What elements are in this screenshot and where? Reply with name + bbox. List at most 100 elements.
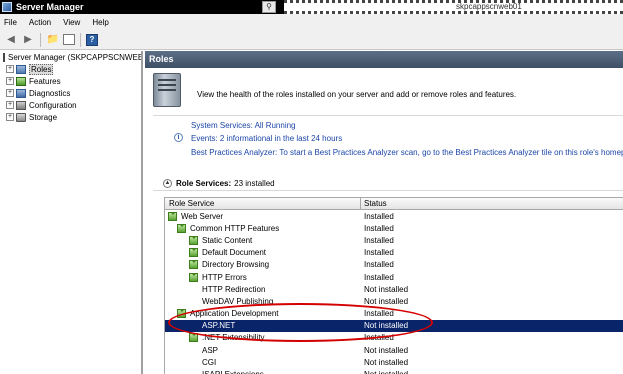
role-service-name: Static Content (202, 235, 253, 245)
cell-role-service: Application Development (165, 309, 361, 319)
menu-action[interactable]: Action (29, 18, 51, 27)
blank-icon (189, 297, 198, 306)
divider (153, 115, 623, 116)
cell-status: Installed (364, 272, 394, 282)
table-row[interactable]: Default Document Installed (165, 247, 623, 259)
best-practices-analyzer-link[interactable]: Best Practices Analyzer: To start a Best… (191, 148, 623, 157)
table-row[interactable]: WebDAV Publishing Not installed (165, 295, 623, 307)
cell-role-service: Common HTTP Features (165, 223, 361, 233)
cell-role-service: Default Document (165, 248, 361, 258)
role-service-name: Directory Browsing (202, 260, 270, 270)
up-folder-icon[interactable]: 📁 (46, 33, 60, 47)
tree-root-server-manager[interactable]: Server Manager (SKPCAPPSCNWEE (0, 51, 141, 63)
table-row[interactable]: HTTP Errors Installed (165, 271, 623, 283)
forward-arrow-icon[interactable]: ▶ (21, 33, 35, 47)
table-row[interactable]: Static Content Installed (165, 234, 623, 246)
rdp-connection-icon[interactable]: ⚲ (262, 1, 276, 13)
tree-item-roles[interactable]: + Roles (0, 63, 141, 75)
tree-item-configuration[interactable]: + Configuration (0, 99, 141, 111)
table-row[interactable]: ASP Not installed (165, 344, 623, 356)
cell-role-service: Static Content (165, 235, 361, 245)
features-icon (16, 76, 26, 86)
role-service-name: WebDAV Publishing (202, 296, 274, 306)
toolbar-separator (80, 32, 81, 47)
collapse-section-icon[interactable]: ▲ (163, 179, 172, 188)
storage-icon (16, 112, 26, 122)
installed-role-icon (177, 309, 186, 319)
cell-role-service: ASP (165, 346, 361, 355)
tree-item-label: Features (29, 76, 61, 86)
cell-status: Not installed (364, 296, 409, 306)
expand-icon[interactable]: + (6, 101, 14, 109)
cell-role-service: ASP.NET (165, 321, 361, 330)
navigation-tree: Server Manager (SKPCAPPSCNWEE + Roles + … (0, 51, 143, 374)
tree-item-label: Storage (29, 112, 58, 122)
tree-item-label: Diagnostics (29, 88, 71, 98)
tree-item-diagnostics[interactable]: + Diagnostics (0, 87, 141, 99)
cell-status: Installed (364, 248, 394, 258)
menu-help[interactable]: Help (92, 18, 108, 27)
expand-icon[interactable]: + (6, 113, 14, 121)
expand-icon[interactable]: + (6, 77, 14, 85)
installed-role-icon (168, 211, 177, 221)
roles-pane-content: View the health of the roles installed o… (145, 68, 623, 374)
table-body: Web Server Installed Common HTTP Features I… (165, 210, 623, 374)
table-row[interactable]: Web Server Installed (165, 210, 623, 222)
expand-icon[interactable]: + (6, 65, 14, 73)
cell-status: Installed (364, 235, 394, 245)
role-service-name: ISAPI Extensions (202, 370, 264, 374)
title-bar: Server Manager ⚲ skpcappscnweb01 (0, 0, 623, 14)
blank-icon (189, 370, 198, 374)
cell-status: Not installed (364, 357, 409, 367)
installed-role-icon (189, 248, 198, 258)
table-row[interactable]: .NET Extensibility Installed (165, 332, 623, 344)
role-service-name: Application Development (190, 309, 279, 319)
cell-role-service: HTTP Redirection (165, 285, 361, 294)
table-row[interactable]: Directory Browsing Installed (165, 259, 623, 271)
back-arrow-icon[interactable]: ◀ (4, 33, 18, 47)
roles-server-icon (153, 73, 181, 107)
cell-status: Installed (364, 260, 394, 270)
diagnostics-icon (16, 88, 26, 98)
tree-item-features[interactable]: + Features (0, 75, 141, 87)
cell-role-service: ISAPI Extensions (165, 370, 361, 374)
column-header-role-service[interactable]: Role Service (165, 198, 361, 209)
tree-item-storage[interactable]: + Storage (0, 111, 141, 123)
installed-role-icon (189, 235, 198, 245)
role-service-name: CGI (202, 357, 217, 367)
installed-role-icon (189, 260, 198, 270)
role-service-name: HTTP Redirection (202, 284, 266, 294)
cell-role-service: HTTP Errors (165, 272, 361, 282)
cell-role-service: .NET Extensibility (165, 333, 361, 343)
column-header-status[interactable]: Status (361, 198, 623, 209)
show-hide-panel-icon[interactable] (63, 34, 75, 45)
expand-icon[interactable]: + (6, 89, 14, 97)
table-row[interactable]: ASP.NET Not installed (165, 319, 623, 332)
role-service-name: ASP.NET (202, 321, 236, 331)
table-row[interactable]: ISAPI Extensions Not installed (165, 368, 623, 374)
cell-status: Not installed (364, 284, 409, 294)
cell-status: Installed (364, 333, 394, 343)
role-service-name: Default Document (202, 248, 267, 258)
help-icon[interactable]: ? (86, 33, 98, 46)
table-row[interactable]: HTTP Redirection Not installed (165, 283, 623, 295)
menu-file[interactable]: File (4, 18, 17, 27)
table-row[interactable]: Application Development Installed (165, 308, 623, 320)
system-services-link[interactable]: System Services: All Running (191, 121, 296, 130)
menu-bar: File Action View Help (0, 14, 623, 30)
tree-root-label: Server Manager (SKPCAPPSCNWEE (8, 52, 143, 62)
configuration-icon (16, 100, 26, 110)
role-services-title: Role Services: (176, 179, 232, 188)
installed-role-icon (177, 223, 186, 233)
installed-role-icon (189, 272, 198, 282)
menu-view[interactable]: View (63, 18, 80, 27)
role-service-name: Web Server (181, 211, 224, 221)
events-link[interactable]: Events: 2 informational in the last 24 h… (191, 134, 342, 143)
roles-pane-header: Roles (145, 51, 623, 68)
cell-status: Not installed (364, 345, 409, 355)
cell-status: Installed (364, 309, 394, 319)
table-row[interactable]: Common HTTP Features Installed (165, 222, 623, 234)
blank-icon (189, 285, 198, 294)
roles-description: View the health of the roles installed o… (197, 90, 517, 99)
table-row[interactable]: CGI Not installed (165, 356, 623, 368)
